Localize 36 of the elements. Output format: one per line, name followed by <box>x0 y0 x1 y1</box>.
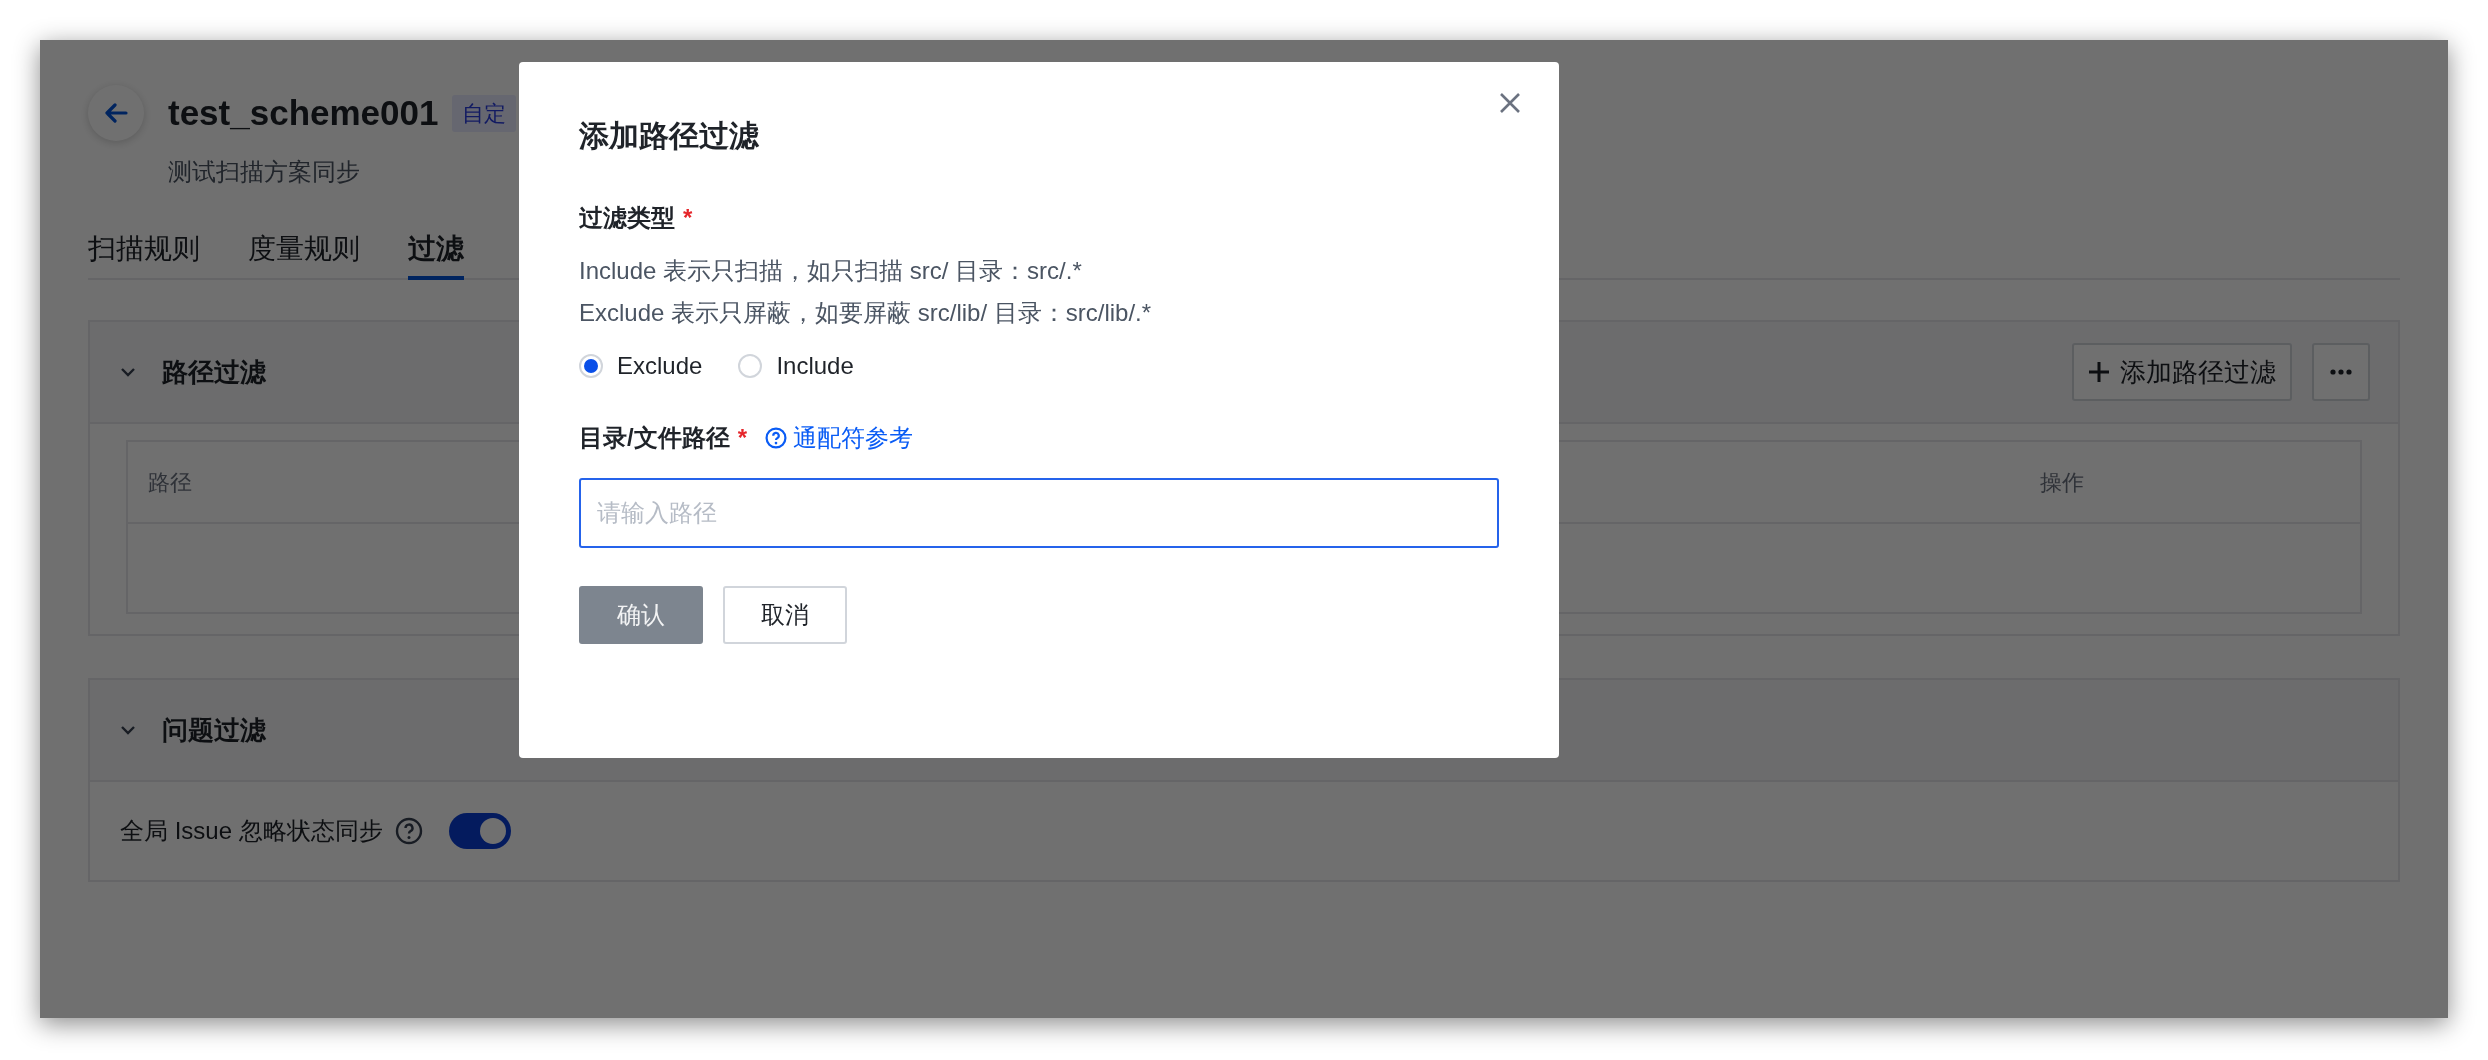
section-title: 路径过滤 <box>162 355 266 389</box>
more-button[interactable] <box>2312 343 2370 401</box>
tab[interactable]: 扫描规则 <box>88 216 200 280</box>
path-input-field[interactable]: 请输入路径 <box>579 478 1499 548</box>
column-header: 路径 <box>148 468 193 497</box>
field-label: 过滤类型 <box>579 203 675 233</box>
required-mark: * <box>737 423 747 453</box>
tab[interactable]: 度量规则 <box>248 216 360 280</box>
plus-icon <box>2088 361 2110 383</box>
section-title: 问题过滤 <box>162 713 266 747</box>
close-icon[interactable] <box>1499 92 1521 114</box>
cancel-button[interactable]: 取消 <box>723 586 847 644</box>
option-label: Include <box>776 351 854 381</box>
back-arrow-icon <box>104 103 128 123</box>
page-title: test_scheme001 <box>168 91 439 134</box>
more-icon <box>2330 369 2352 375</box>
dialog-title: 添加路径过滤 <box>579 118 760 154</box>
setting-label: 全局 Issue 忽略状态同步 <box>120 816 383 846</box>
toggle-switch[interactable] <box>448 813 511 849</box>
radio-option[interactable]: Include <box>738 348 854 384</box>
add-path-filter-button[interactable]: 添加路径过滤 <box>2072 343 2292 401</box>
radio-option[interactable]: Exclude <box>579 348 703 384</box>
option-label: Exclude <box>617 351 703 381</box>
field-label: 目录/文件路径 <box>579 423 730 453</box>
radio-button[interactable] <box>579 354 603 378</box>
help-icon[interactable] <box>394 817 423 845</box>
help-icon <box>765 427 787 449</box>
tab[interactable]: 过滤 <box>408 216 464 280</box>
description-text: Exclude 表示只屏蔽，如要屏蔽 src/lib/ 目录：src/lib/.* <box>579 298 1153 328</box>
column-header: 操作 <box>2040 468 2085 497</box>
wildcard-reference-link[interactable]: 通配符参考 <box>765 420 913 456</box>
required-mark: * <box>683 203 693 233</box>
page-subtitle: 测试扫描方案同步 <box>168 157 361 187</box>
badge: 自定 <box>452 94 517 132</box>
radio-button[interactable] <box>738 354 763 378</box>
description-text: Include 表示只扫描，如只扫描 src/ 目录：src/.* <box>579 256 1083 286</box>
